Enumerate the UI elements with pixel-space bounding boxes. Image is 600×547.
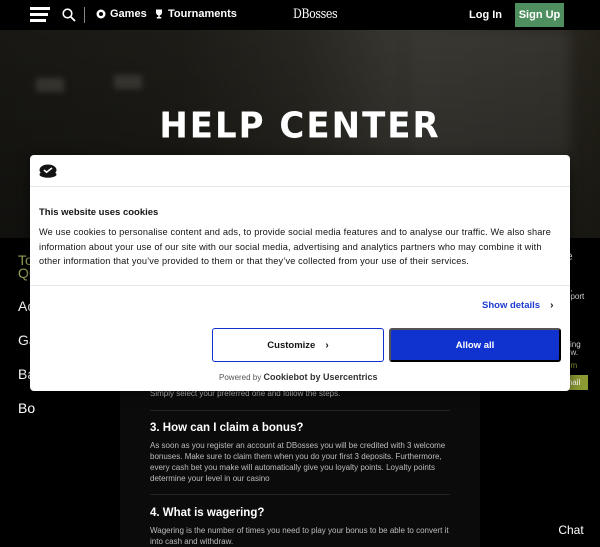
- page-title: Help Center: [159, 105, 441, 147]
- faq-divider: [150, 494, 450, 495]
- chevron-right-icon: ›: [325, 339, 329, 351]
- show-details-link[interactable]: Show details ›: [482, 300, 553, 311]
- cookie-consent-dialog: This website uses cookies We use cookies…: [30, 155, 570, 391]
- customize-button[interactable]: Customize ›: [212, 328, 384, 362]
- nav-games[interactable]: Games: [96, 8, 147, 20]
- faq-item: 3. How can I claim a bonus? As soon as y…: [150, 422, 450, 484]
- dialog-header: [30, 155, 570, 187]
- games-chip-icon: [96, 9, 106, 19]
- cookiebot-logo-icon: [39, 164, 57, 178]
- faq-answer: As soon as you register an account at DB…: [150, 441, 446, 483]
- header-divider: [84, 7, 85, 23]
- nav-tournaments[interactable]: Tournaments: [154, 8, 237, 20]
- cookiebot-brand-link[interactable]: Cookiebot by Usercentrics: [263, 372, 377, 382]
- signup-button[interactable]: Sign Up: [515, 3, 564, 27]
- menu-icon[interactable]: [30, 7, 50, 23]
- top-header: Games Tournaments DBosses Log In Sign Up: [0, 0, 600, 30]
- login-link[interactable]: Log In: [469, 9, 502, 21]
- customize-label: Customize: [267, 339, 316, 351]
- sidebar-item-bonus[interactable]: Bo: [18, 400, 128, 416]
- dialog-divider: [30, 285, 570, 286]
- chevron-right-icon: ›: [550, 300, 554, 311]
- nav-games-label: Games: [110, 8, 147, 20]
- powered-prefix: Powered by: [219, 373, 262, 382]
- powered-by: Powered by Cookiebot by Usercentrics: [219, 372, 378, 382]
- faq-answer: Wagering is the number of times you need…: [150, 526, 449, 546]
- dialog-title: This website uses cookies: [39, 207, 159, 218]
- search-icon[interactable]: [62, 8, 76, 22]
- faq-divider: [150, 410, 450, 411]
- faq-item: 4. What is wagering? Wagering is the num…: [150, 507, 450, 547]
- dialog-description: We use cookies to personalise content an…: [39, 227, 552, 266]
- show-details-label: Show details: [482, 300, 541, 311]
- allow-all-button[interactable]: Allow all: [389, 328, 561, 362]
- site-logo[interactable]: DBosses: [293, 7, 338, 22]
- chat-button[interactable]: Chat: [549, 518, 593, 542]
- trophy-icon: [156, 9, 162, 19]
- nav-tournaments-label: Tournaments: [168, 8, 237, 20]
- faq-question[interactable]: 3. How can I claim a bonus?: [150, 422, 450, 434]
- faq-question[interactable]: 4. What is wagering?: [150, 507, 450, 519]
